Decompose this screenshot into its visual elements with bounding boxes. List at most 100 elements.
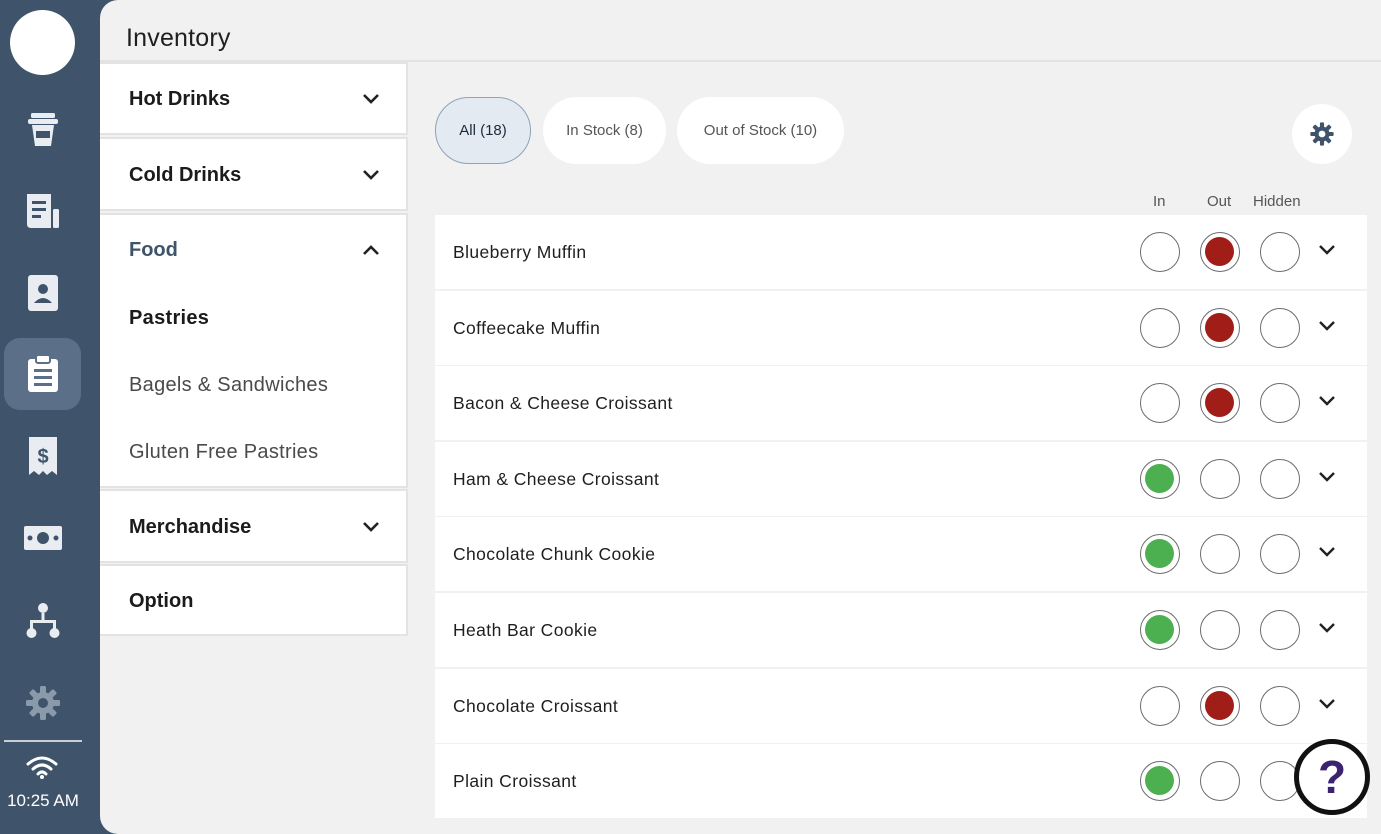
expand-chevron-icon[interactable]: [1318, 471, 1336, 483]
category-label: Option: [129, 590, 194, 612]
nav-sales[interactable]: $: [4, 420, 81, 492]
radio-selected-dot: [1145, 464, 1174, 493]
column-in-label: In: [1153, 193, 1166, 210]
customers-icon: [27, 275, 58, 311]
category-option[interactable]: Option: [100, 564, 408, 636]
table-row: Heath Bar Cookie: [435, 593, 1367, 667]
status-hidden-radio[interactable]: [1260, 610, 1300, 650]
table-row: Bacon & Cheese Croissant: [435, 366, 1367, 440]
status-out-radio[interactable]: [1200, 610, 1240, 650]
chevron-down-icon: [363, 94, 379, 104]
column-out-label: Out: [1207, 193, 1232, 210]
status-in-radio[interactable]: [1140, 534, 1180, 574]
item-name: Bacon & Cheese Croissant: [453, 393, 673, 413]
inventory-settings-button[interactable]: [1292, 104, 1352, 164]
nav-customers[interactable]: [4, 257, 81, 329]
subcategory-pastries[interactable]: Pastries: [129, 307, 209, 330]
radio-selected-dot: [1205, 388, 1234, 417]
radio-selected-dot: [1145, 539, 1174, 568]
status-in-radio[interactable]: [1140, 686, 1180, 726]
column-hidden-label: Hidden: [1253, 193, 1301, 210]
category-merchandise[interactable]: Merchandise: [100, 489, 408, 563]
expand-chevron-icon[interactable]: [1318, 622, 1336, 634]
radio-selected-dot: [1145, 766, 1174, 795]
status-out-radio[interactable]: [1200, 686, 1240, 726]
status-out-radio[interactable]: [1200, 232, 1240, 272]
cash-icon: [23, 526, 62, 550]
nav-rail: $ 10:25 AM: [0, 0, 100, 834]
settings-icon: [25, 686, 60, 720]
status-hidden-radio[interactable]: [1260, 459, 1300, 499]
nav-orders[interactable]: [4, 175, 81, 247]
expand-chevron-icon[interactable]: [1318, 698, 1336, 710]
receipt-icon: $: [28, 437, 57, 475]
status-in-radio[interactable]: [1140, 308, 1180, 348]
chevron-down-icon: [363, 522, 379, 532]
subcategory-bagels-sandwiches[interactable]: Bagels & Sandwiches: [129, 374, 328, 397]
nav-cash[interactable]: [4, 502, 81, 574]
nav-settings[interactable]: [4, 667, 81, 739]
status-out-radio[interactable]: [1200, 534, 1240, 574]
status-hidden-radio[interactable]: [1260, 686, 1300, 726]
category-label: Food: [129, 239, 178, 261]
status-out-radio[interactable]: [1200, 459, 1240, 499]
gear-icon: [1310, 122, 1334, 146]
filter-all[interactable]: All (18): [435, 97, 531, 164]
expand-chevron-icon[interactable]: [1318, 395, 1336, 407]
status-in-radio[interactable]: [1140, 383, 1180, 423]
radio-selected-dot: [1205, 237, 1234, 266]
expand-chevron-icon[interactable]: [1318, 320, 1336, 332]
avatar[interactable]: [10, 10, 75, 75]
svg-text:$: $: [37, 446, 48, 468]
item-name: Ham & Cheese Croissant: [453, 469, 660, 489]
status-hidden-radio[interactable]: [1260, 383, 1300, 423]
expand-chevron-icon[interactable]: [1318, 244, 1336, 256]
main-panel: Inventory Hot Drinks Cold Drinks Food Pa…: [100, 0, 1381, 834]
status-hidden-radio[interactable]: [1260, 308, 1300, 348]
status-out-radio[interactable]: [1200, 383, 1240, 423]
status-out-radio[interactable]: [1200, 308, 1240, 348]
status-in-radio[interactable]: [1140, 761, 1180, 801]
category-cold-drinks[interactable]: Cold Drinks: [100, 137, 408, 211]
filter-out-of-stock[interactable]: Out of Stock (10): [677, 97, 844, 164]
drink-cup-icon: [27, 113, 58, 146]
page-title: Inventory: [126, 24, 231, 52]
category-label: Merchandise: [129, 516, 252, 538]
item-name: Coffeecake Muffin: [453, 318, 601, 338]
status-in-radio[interactable]: [1140, 459, 1180, 499]
status-hidden-radio[interactable]: [1260, 534, 1300, 574]
table-row: Ham & Cheese Croissant: [435, 442, 1367, 516]
nav-inventory[interactable]: [4, 338, 81, 410]
category-food[interactable]: Food Pastries Bagels & Sandwiches Gluten…: [100, 213, 408, 488]
category-label: Hot Drinks: [129, 88, 231, 110]
status-hidden-radio[interactable]: [1260, 232, 1300, 272]
nav-drinks[interactable]: [4, 93, 81, 165]
status-in-radio[interactable]: [1140, 232, 1180, 272]
expand-chevron-icon[interactable]: [1318, 546, 1336, 558]
orders-icon: [26, 194, 59, 228]
category-hot-drinks[interactable]: Hot Drinks: [100, 62, 408, 135]
item-name: Blueberry Muffin: [453, 242, 587, 262]
table-row: Blueberry Muffin: [435, 215, 1367, 289]
category-label: Cold Drinks: [129, 164, 242, 186]
status-in-radio[interactable]: [1140, 610, 1180, 650]
item-name: Plain Croissant: [453, 771, 577, 791]
radio-selected-dot: [1205, 691, 1234, 720]
table-row: Plain Croissant: [435, 744, 1367, 818]
table-row: Chocolate Croissant: [435, 669, 1367, 743]
table-row: Chocolate Chunk Cookie: [435, 517, 1367, 591]
radio-selected-dot: [1205, 313, 1234, 342]
chevron-down-icon: [363, 170, 379, 180]
help-button[interactable]: ?: [1294, 739, 1370, 815]
subcategory-gluten-free-pastries[interactable]: Gluten Free Pastries: [129, 441, 318, 464]
filter-in-stock[interactable]: In Stock (8): [543, 97, 666, 164]
rail-divider: [4, 740, 82, 742]
wifi-icon: [26, 756, 58, 779]
radio-selected-dot: [1145, 615, 1174, 644]
chevron-up-icon: [363, 245, 379, 255]
nav-organization[interactable]: [4, 585, 81, 657]
inventory-icon: [27, 354, 58, 392]
status-out-radio[interactable]: [1200, 761, 1240, 801]
clock: 10:25 AM: [7, 791, 79, 810]
item-name: Heath Bar Cookie: [453, 620, 598, 640]
